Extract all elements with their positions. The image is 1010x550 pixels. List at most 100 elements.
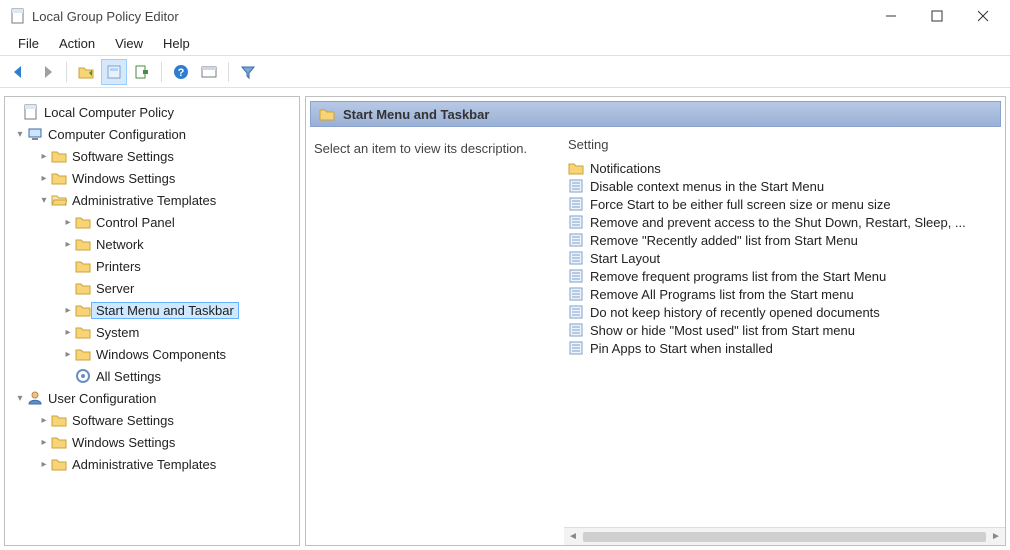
- tree-cc-network[interactable]: Network: [5, 233, 299, 255]
- toolbar: [0, 56, 1010, 88]
- menu-help[interactable]: Help: [153, 33, 200, 54]
- expand-toggle[interactable]: [61, 217, 75, 228]
- tree-label: Software Settings: [67, 412, 179, 429]
- tree-cc-all-settings[interactable]: All Settings: [5, 365, 299, 387]
- list-item-label: Show or hide "Most used" list from Start…: [590, 323, 855, 338]
- maximize-button[interactable]: [914, 0, 960, 32]
- list-item-label: Notifications: [590, 161, 661, 176]
- up-folder-icon: [78, 64, 94, 80]
- close-button[interactable]: [960, 0, 1006, 32]
- list-item[interactable]: Start Layout: [564, 249, 1005, 267]
- scroll-thumb[interactable]: [583, 532, 986, 542]
- expand-toggle[interactable]: [13, 129, 27, 140]
- list-item[interactable]: Do not keep history of recently opened d…: [564, 303, 1005, 321]
- folder-icon: [51, 456, 67, 472]
- expand-toggle[interactable]: [61, 327, 75, 338]
- toolbar-separator: [161, 62, 162, 82]
- tree-label: Local Computer Policy: [39, 104, 179, 121]
- filter-button[interactable]: [235, 59, 261, 85]
- scroll-left-button[interactable]: ◄: [564, 531, 582, 542]
- content-pane: Start Menu and Taskbar Select an item to…: [305, 96, 1006, 546]
- tree-label: Administrative Templates: [67, 192, 221, 209]
- list-item-label: Start Layout: [590, 251, 660, 266]
- folder-icon: [51, 170, 67, 186]
- folder-icon: [51, 148, 67, 164]
- list-item[interactable]: Disable context menus in the Start Menu: [564, 177, 1005, 195]
- gpdoc-icon: [23, 104, 39, 120]
- list-item[interactable]: Show or hide "Most used" list from Start…: [564, 321, 1005, 339]
- tree-cc-printers[interactable]: Printers: [5, 255, 299, 277]
- user-icon: [27, 390, 43, 406]
- tree-cc-start-menu-taskbar[interactable]: Start Menu and Taskbar: [5, 299, 299, 321]
- menu-file[interactable]: File: [8, 33, 49, 54]
- help-button[interactable]: [168, 59, 194, 85]
- tree-cc-windows-settings[interactable]: Windows Settings: [5, 167, 299, 189]
- titlebar: Local Group Policy Editor: [0, 0, 1010, 32]
- tree-pane[interactable]: Local Computer Policy Computer Configura…: [4, 96, 300, 546]
- tree-cc-system[interactable]: System: [5, 321, 299, 343]
- tree-uc-windows-settings[interactable]: Windows Settings: [5, 431, 299, 453]
- menubar: File Action View Help: [0, 32, 1010, 56]
- menu-action[interactable]: Action: [49, 33, 105, 54]
- toolbar-separator: [228, 62, 229, 82]
- folder-icon: [319, 106, 335, 122]
- folder-icon: [75, 236, 91, 252]
- showhide-button[interactable]: [196, 59, 222, 85]
- policy-icon: [568, 304, 584, 320]
- tree-label: Windows Settings: [67, 434, 180, 451]
- list-item-label: Do not keep history of recently opened d…: [590, 305, 880, 320]
- expand-toggle[interactable]: [37, 415, 51, 426]
- expand-toggle[interactable]: [37, 195, 51, 206]
- forward-button[interactable]: [34, 59, 60, 85]
- expand-toggle[interactable]: [37, 459, 51, 470]
- folder-icon: [75, 280, 91, 296]
- tree-user-configuration[interactable]: User Configuration: [5, 387, 299, 409]
- policy-icon: [568, 178, 584, 194]
- window-title: Local Group Policy Editor: [32, 9, 868, 24]
- list-item-label: Pin Apps to Start when installed: [590, 341, 773, 356]
- list-item[interactable]: Remove All Programs list from the Start …: [564, 285, 1005, 303]
- tree-cc-admin-templates[interactable]: Administrative Templates: [5, 189, 299, 211]
- expand-toggle[interactable]: [61, 239, 75, 250]
- horizontal-scrollbar[interactable]: ◄ ►: [564, 527, 1005, 545]
- list-item[interactable]: Notifications: [564, 159, 1005, 177]
- properties-icon: [106, 64, 122, 80]
- up-button[interactable]: [73, 59, 99, 85]
- list-item[interactable]: Remove frequent programs list from the S…: [564, 267, 1005, 285]
- list-item[interactable]: Remove "Recently added" list from Start …: [564, 231, 1005, 249]
- tree-label: Printers: [91, 258, 146, 275]
- tree-cc-server[interactable]: Server: [5, 277, 299, 299]
- expand-toggle[interactable]: [61, 305, 75, 316]
- list-item[interactable]: Remove and prevent access to the Shut Do…: [564, 213, 1005, 231]
- back-button[interactable]: [6, 59, 32, 85]
- tree-uc-software-settings[interactable]: Software Settings: [5, 409, 299, 431]
- minimize-button[interactable]: [868, 0, 914, 32]
- expand-toggle[interactable]: [37, 437, 51, 448]
- expand-toggle[interactable]: [13, 393, 27, 404]
- tree-cc-windows-components[interactable]: Windows Components: [5, 343, 299, 365]
- scroll-right-button[interactable]: ►: [987, 531, 1005, 542]
- settings-list[interactable]: Notifications Disable context menus in th…: [564, 159, 1005, 527]
- tree-root[interactable]: Local Computer Policy: [5, 101, 299, 123]
- app-icon: [10, 8, 26, 24]
- list-item-label: Disable context menus in the Start Menu: [590, 179, 824, 194]
- list-item[interactable]: Force Start to be either full screen siz…: [564, 195, 1005, 213]
- menu-view[interactable]: View: [105, 33, 153, 54]
- list-item-label: Force Start to be either full screen siz…: [590, 197, 891, 212]
- export-button[interactable]: [129, 59, 155, 85]
- policy-icon: [568, 232, 584, 248]
- expand-toggle[interactable]: [37, 173, 51, 184]
- expand-toggle[interactable]: [37, 151, 51, 162]
- toolbar-separator: [66, 62, 67, 82]
- expand-toggle[interactable]: [61, 349, 75, 360]
- tree-cc-control-panel[interactable]: Control Panel: [5, 211, 299, 233]
- policy-icon: [568, 214, 584, 230]
- column-header-setting[interactable]: Setting: [564, 131, 1005, 159]
- tree-label: Control Panel: [91, 214, 180, 231]
- list-item[interactable]: Pin Apps to Start when installed: [564, 339, 1005, 357]
- tree-cc-software-settings[interactable]: Software Settings: [5, 145, 299, 167]
- tree-uc-admin-templates[interactable]: Administrative Templates: [5, 453, 299, 475]
- properties-button[interactable]: [101, 59, 127, 85]
- tree-label: All Settings: [91, 368, 166, 385]
- tree-computer-configuration[interactable]: Computer Configuration: [5, 123, 299, 145]
